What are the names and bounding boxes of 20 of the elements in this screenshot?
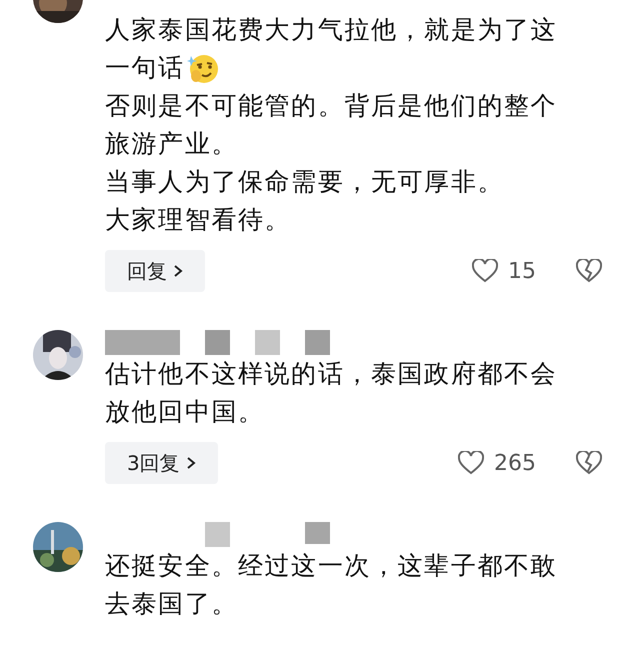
- like-icon[interactable]: [458, 451, 484, 475]
- replies-button[interactable]: 回复: [105, 250, 205, 292]
- chevron-right-icon: [186, 456, 196, 470]
- replies-button[interactable]: 3回复: [105, 442, 218, 484]
- like-icon[interactable]: [472, 259, 498, 283]
- comment-text: 人家泰国花费大力气拉他，就是为了这: [105, 14, 558, 46]
- like-count: 265: [494, 450, 536, 476]
- comment-text: 去泰国了。: [105, 588, 238, 620]
- broken-heart-icon[interactable]: [576, 451, 602, 475]
- chevron-right-icon: [173, 264, 183, 278]
- broken-heart-icon[interactable]: [576, 259, 602, 283]
- comment-text: 否则是不可能管的。背后是他们的整个: [105, 90, 558, 122]
- comment-text: 大家理智看待。: [105, 204, 292, 236]
- comment-text: 放他回中国。: [105, 396, 265, 428]
- like-count: 15: [508, 258, 536, 284]
- comment-text: 一句话: [105, 52, 185, 84]
- comment-text: 旅游产业。: [105, 128, 238, 160]
- comment-text: 当事人为了保命需要，无可厚非。: [105, 166, 504, 198]
- comment-text: 还挺安全。经过这一次，这辈子都不敢: [105, 550, 558, 582]
- comment-text: 估计他不这样说的话，泰国政府都不会: [105, 358, 558, 390]
